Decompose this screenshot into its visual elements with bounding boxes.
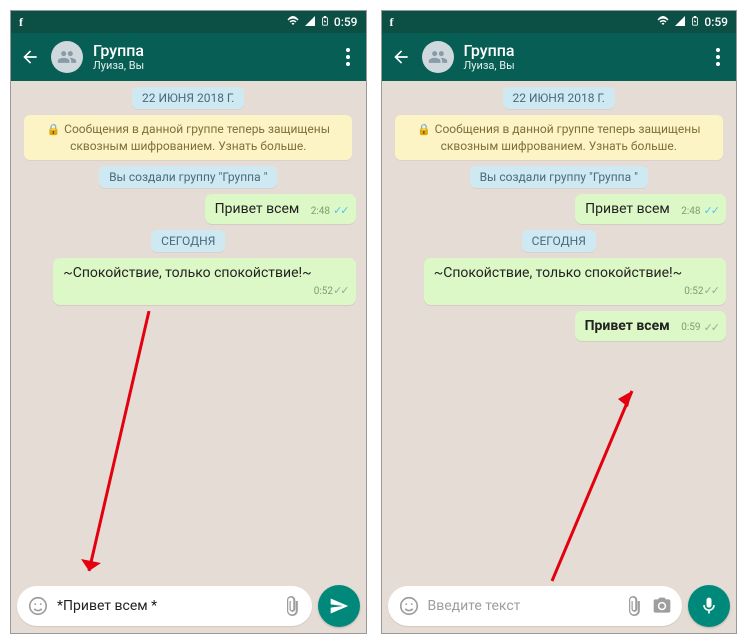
emoji-icon[interactable] xyxy=(398,595,420,617)
status-bar: f 0:59 xyxy=(11,11,366,33)
chat-header: Группа Луиза, Вы xyxy=(11,33,366,81)
lock-icon: 🔒 xyxy=(46,123,60,136)
banner-text: Сообщения в данной группе теперь защищен… xyxy=(64,122,330,153)
message-time: 0:52 xyxy=(684,286,703,297)
system-chip: Вы создали группу "Группа " xyxy=(99,166,277,188)
message-bubble[interactable]: ~Спокойствие, только спокойствие!~ 0:52✓… xyxy=(424,258,726,304)
wifi-icon xyxy=(656,15,670,30)
chat-area: 22 ИЮНЯ 2018 Г. 🔒 Сообщения в данной груп… xyxy=(382,81,737,633)
emoji-icon[interactable] xyxy=(27,595,49,617)
message-bubble[interactable]: Привет всем 2:48✓✓ xyxy=(205,194,356,224)
more-menu-icon[interactable] xyxy=(708,48,728,66)
clock: 0:59 xyxy=(704,15,728,29)
wifi-icon xyxy=(286,15,300,30)
message-time: 2:48 xyxy=(681,205,700,218)
message-bubble[interactable]: Привет всем 0:59 ✓✓ xyxy=(575,311,726,341)
message-text: ~Спокойствие, только спокойствие!~ xyxy=(63,265,311,281)
header-title-block[interactable]: Группа Луиза, Вы xyxy=(93,42,328,72)
read-ticks-icon: ✓✓ xyxy=(333,204,347,218)
read-ticks-icon: ✓✓ xyxy=(704,204,718,218)
message-input-placeholder: Введите текст xyxy=(428,598,617,614)
more-menu-icon[interactable] xyxy=(338,48,358,66)
group-avatar[interactable] xyxy=(422,41,454,73)
message-text: ~Спокойствие, только спокойствие!~ xyxy=(434,265,682,281)
annotation-arrow xyxy=(532,381,652,591)
input-bar: Введите текст xyxy=(388,585,731,627)
battery-icon xyxy=(320,14,330,31)
message-input-text: *Привет всем * xyxy=(57,598,274,614)
camera-icon[interactable] xyxy=(652,596,672,616)
signal-icon xyxy=(674,15,686,30)
phone-left: f 0:59 Группа Луиза, Вы 22 ИЮНЯ 2018 Г. … xyxy=(10,10,367,634)
today-chip: СЕГОДНЯ xyxy=(522,230,596,252)
message-input-box[interactable]: *Привет всем * xyxy=(17,586,312,626)
message-input-box[interactable]: Введите текст xyxy=(388,586,683,626)
group-subtitle: Луиза, Вы xyxy=(464,60,699,72)
system-chip: Вы создали группу "Группа " xyxy=(470,166,648,188)
message-bubble[interactable]: ~Спокойствие, только спокойствие!~ 0:52✓… xyxy=(53,258,355,304)
message-time: 0:59 xyxy=(681,321,700,334)
date-chip: 22 ИЮНЯ 2018 Г. xyxy=(503,87,615,109)
header-title-block[interactable]: Группа Луиза, Вы xyxy=(464,42,699,72)
attach-icon[interactable] xyxy=(282,596,302,616)
chat-area: 22 ИЮНЯ 2018 Г. 🔒 Сообщения в данной груп… xyxy=(11,81,366,633)
sent-ticks-icon: ✓✓ xyxy=(704,284,718,297)
phone-right: f 0:59 Группа Луиза, Вы 22 ИЮНЯ 2018 Г. … xyxy=(381,10,738,634)
chat-header: Группа Луиза, Вы xyxy=(382,33,737,81)
sent-ticks-icon: ✓✓ xyxy=(333,284,347,297)
battery-icon xyxy=(690,14,700,31)
back-arrow-icon[interactable] xyxy=(390,46,412,68)
message-time: 2:48 xyxy=(311,205,330,218)
signal-icon xyxy=(304,15,316,30)
message-time: 0:52 xyxy=(314,286,333,297)
date-chip: 22 ИЮНЯ 2018 Г. xyxy=(132,87,244,109)
message-bubble[interactable]: Привет всем 2:48 ✓✓ xyxy=(575,194,726,224)
message-text: Привет всем xyxy=(215,201,300,217)
lock-icon: 🔒 xyxy=(417,123,431,136)
group-title: Группа xyxy=(93,42,328,60)
today-chip: СЕГОДНЯ xyxy=(151,230,225,252)
mic-button[interactable] xyxy=(688,585,730,627)
clock: 0:59 xyxy=(334,15,358,29)
back-arrow-icon[interactable] xyxy=(19,46,41,68)
annotation-arrow xyxy=(71,311,171,591)
group-subtitle: Луиза, Вы xyxy=(93,60,328,72)
group-avatar[interactable] xyxy=(51,41,83,73)
send-button[interactable] xyxy=(318,585,360,627)
encryption-banner[interactable]: 🔒 Сообщения в данной группе теперь защище… xyxy=(24,115,352,160)
encryption-banner[interactable]: 🔒 Сообщения в данной группе теперь защище… xyxy=(395,115,723,160)
facebook-icon: f xyxy=(19,15,23,30)
input-bar: *Привет всем * xyxy=(17,585,360,627)
facebook-icon: f xyxy=(390,15,394,30)
group-title: Группа xyxy=(464,42,699,60)
status-bar: f 0:59 xyxy=(382,11,737,33)
banner-text: Сообщения в данной группе теперь защищен… xyxy=(435,122,701,153)
attach-icon[interactable] xyxy=(624,596,644,616)
sent-ticks-icon: ✓✓ xyxy=(704,321,718,335)
message-text: Привет всем xyxy=(585,318,670,334)
message-text: Привет всем xyxy=(585,201,670,217)
